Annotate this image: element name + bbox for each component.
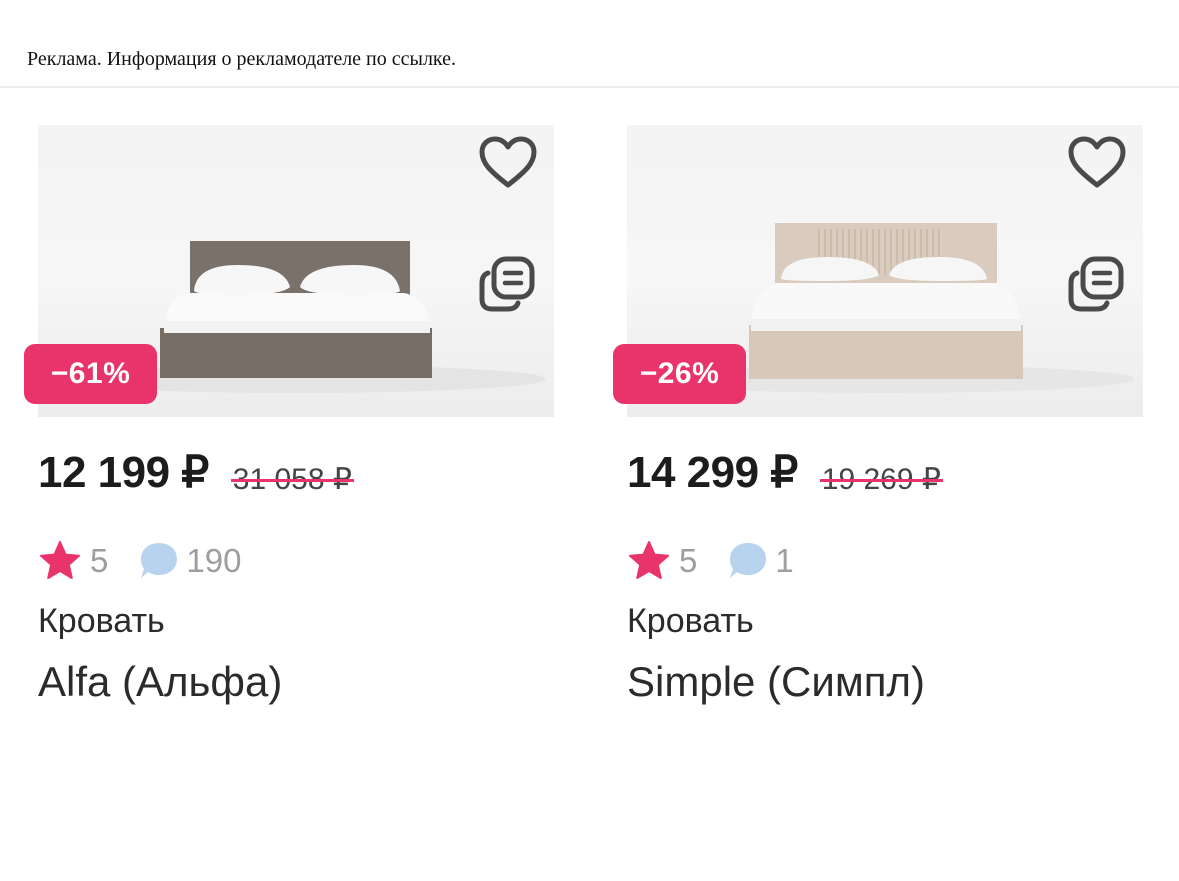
rating-value: 5 xyxy=(679,542,698,579)
rating-value: 5 xyxy=(90,542,109,579)
product-name[interactable]: Alfa (Альфа) xyxy=(38,658,282,706)
price-row: 14 299 ₽ 19 269 ₽ xyxy=(627,447,941,498)
discount-badge: −61% xyxy=(24,344,157,404)
compare-icon[interactable] xyxy=(1065,253,1127,315)
discount-badge: −26% xyxy=(613,344,746,404)
product-name[interactable]: Simple (Симпл) xyxy=(627,658,925,706)
old-price: 19 269 ₽ xyxy=(821,463,941,496)
product-card[interactable]: −61% 12 199 ₽ 31 058 ₽ 5 190 Кровать Alf… xyxy=(24,125,554,745)
reviews-count[interactable]: 1 xyxy=(775,542,793,580)
product-card[interactable]: −26% 14 299 ₽ 19 269 ₽ 5 1 Кровать Simpl… xyxy=(613,125,1143,745)
compare-icon[interactable] xyxy=(476,253,538,315)
product-category: Кровать xyxy=(627,602,754,640)
current-price: 14 299 ₽ xyxy=(627,448,798,497)
price-row: 12 199 ₽ 31 058 ₽ xyxy=(38,447,352,498)
heart-icon[interactable] xyxy=(476,133,540,193)
old-price: 31 058 ₽ xyxy=(232,463,352,496)
reviews-count[interactable]: 190 xyxy=(186,542,241,580)
ad-disclaimer-bar: Реклама. Информация о рекламодателе по с… xyxy=(0,0,1179,88)
heart-icon[interactable] xyxy=(1065,133,1129,193)
rating-row: 5 1 xyxy=(627,539,794,583)
rating-row: 5 190 xyxy=(38,539,241,583)
star-icon xyxy=(629,541,669,579)
ad-disclaimer-text[interactable]: Реклама. Информация о рекламодателе по с… xyxy=(27,48,456,71)
current-price: 12 199 ₽ xyxy=(38,448,209,497)
comment-icon xyxy=(141,543,178,578)
product-category: Кровать xyxy=(38,602,165,640)
star-icon xyxy=(40,541,80,579)
comment-icon xyxy=(730,543,767,578)
